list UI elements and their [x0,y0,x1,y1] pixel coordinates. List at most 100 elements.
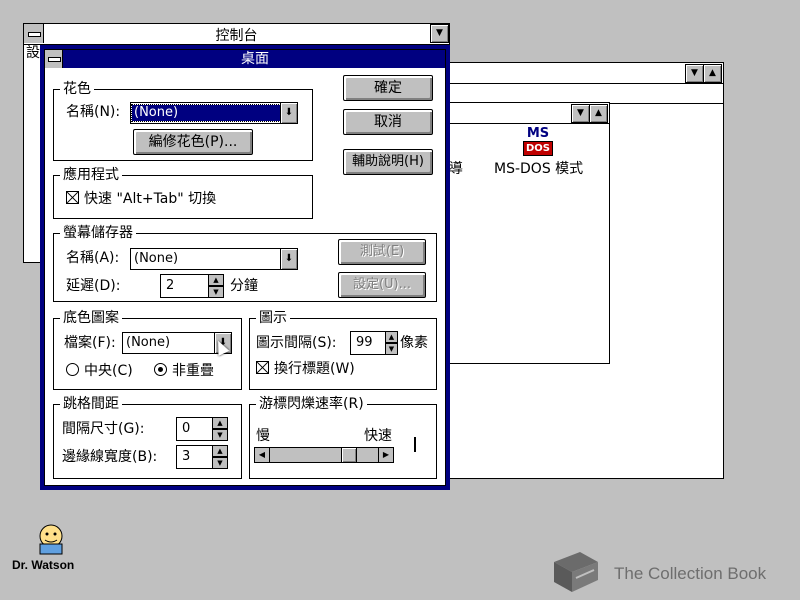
ok-button[interactable]: 確定 [343,75,433,101]
desktop-dialog: 桌面 花色 名稱(N): (None) ⬇ 編修花色(P)... 應用程式 快速… [40,45,450,490]
subgroup-window: ▼ ▲ MS DOS 導 MS-DOS 模式 [440,102,610,364]
spin-down-icon[interactable]: ▼ [212,429,228,441]
help-button[interactable]: 輔助說明(H) [343,149,433,175]
checkbox-checked-icon[interactable] [256,361,269,374]
blink-cursor-preview [414,437,416,452]
icons-group: 圖示 圖示間隔(S): 99 ▲ ▼ 像素 換行標題(W) [249,309,437,390]
wallpaper-group: 底色圖案 檔案(F): (None) ⬇ 中央(C) 非重疊 [53,309,242,390]
blink-rate-scrollbar[interactable]: ◀ ▶ [254,447,394,463]
screen-saver-group-label: 螢幕儲存器 [60,224,136,242]
delay-value: 2 [166,278,175,293]
watermark: The Collection Book [548,548,798,596]
control-panel-menu-letter: 設 [26,45,40,61]
msdos-logo-bottom: DOS [523,141,553,156]
icon-spacing-spinner[interactable]: 99 ▲ ▼ [350,331,398,355]
subgroup-titlebar: ▼ ▲ [441,103,609,124]
icons-group-label: 圖示 [256,309,290,327]
border-width-spinner[interactable]: 3 ▲ ▼ [176,445,228,469]
spin-down-icon[interactable]: ▼ [208,286,224,298]
center-radio-label: 中央(C) [84,363,133,379]
watermark-text: The Collection Book [614,564,767,583]
center-radio[interactable]: 中央(C) [66,362,133,380]
control-panel-titlebar: 控制台 ▼ [24,24,449,45]
spin-up-icon[interactable]: ▲ [385,331,398,343]
delay-unit: 分鐘 [230,278,258,294]
maximize-arrow-icon[interactable]: ▲ [589,104,608,123]
pattern-name-label: 名稱(N): [66,104,121,120]
partial-icon-label: 導 [449,161,463,177]
msdos-icon-label[interactable]: MS-DOS 模式 [494,160,583,178]
program-group-titlebar: ▼ ▲ [441,63,723,84]
dialog-title: 桌面 [241,51,269,67]
wallpaper-file-value: (None) [126,335,171,350]
checkbox-checked-icon[interactable] [66,191,79,204]
pattern-group: 花色 名稱(N): (None) ⬇ 編修花色(P)... [53,80,313,161]
screen-saver-name-combo[interactable]: (None) ⬇ [130,248,298,270]
delay-spinner[interactable]: 2 ▲ ▼ [160,274,224,298]
applications-group-label: 應用程式 [60,166,122,184]
wrap-title-label: 換行標題(W) [274,361,355,377]
pattern-name-combo[interactable]: (None) ⬇ [130,102,298,124]
tile-radio-label: 非重疊 [172,363,214,379]
applications-group: 應用程式 快速 "Alt+Tab" 切換 [53,166,313,219]
maximize-arrow-icon[interactable]: ▲ [703,64,722,83]
menu-bar-strip [441,83,723,104]
control-panel-title: 控制台 [215,28,258,44]
granularity-label: 間隔尺寸(G): [62,421,145,437]
radio-selected-icon[interactable] [154,363,167,376]
control-menu-icon[interactable] [24,24,44,43]
edit-pattern-button[interactable]: 編修花色(P)... [133,129,253,155]
scroll-thumb[interactable] [340,447,357,463]
pattern-name-value: (None) [131,104,297,122]
icon-spacing-value: 99 [356,335,373,350]
minimize-arrow-icon[interactable]: ▼ [571,104,590,123]
dialog-titlebar: 桌面 [45,50,445,68]
wallpaper-file-label: 檔案(F): [64,335,116,351]
spin-up-icon[interactable]: ▲ [208,274,224,286]
blink-fast-label: 快速 [364,428,392,444]
screen-saver-name-value: (None) [134,251,179,266]
dr-watson-label: Dr. Watson [12,558,75,572]
sizing-grid-group-label: 跳格間距 [60,395,122,413]
cursor-blink-group: 游標閃爍速率(R) 慢 快速 ◀ ▶ [249,395,437,479]
test-button[interactable]: 測試(E) [338,239,426,265]
wrap-title-checkbox[interactable]: 換行標題(W) [256,360,355,378]
dialog-control-menu-bar [48,57,61,62]
msdos-logo-top: MS [526,126,550,141]
blink-slow-label: 慢 [256,428,270,444]
pattern-group-label: 花色 [60,80,94,98]
granularity-spinner[interactable]: 0 ▲ ▼ [176,417,228,441]
icon-spacing-label: 圖示間隔(S): [256,335,337,351]
sizing-grid-group: 跳格間距 間隔尺寸(G): 0 ▲ ▼ 邊緣線寬度(B): 3 ▲ ▼ [53,395,242,479]
spin-down-icon[interactable]: ▼ [212,457,228,469]
minimize-arrow-icon[interactable]: ▼ [430,24,449,43]
minimize-arrow-icon[interactable]: ▼ [685,64,704,83]
radio-empty-icon[interactable] [66,363,79,376]
msdos-icon[interactable]: MS DOS [523,127,553,157]
fast-switch-checkbox[interactable]: 快速 "Alt+Tab" 切換 [66,190,216,208]
dr-watson-picture-icon [39,524,63,555]
border-width-value: 3 [182,449,191,464]
dropdown-arrow-icon[interactable]: ⬇ [280,248,298,270]
scroll-left-icon[interactable]: ◀ [254,447,270,463]
setup-button[interactable]: 設定(U)... [338,272,426,298]
scroll-right-icon[interactable]: ▶ [378,447,394,463]
screen-saver-name-label: 名稱(A): [66,250,120,266]
cursor-blink-group-label: 游標閃爍速率(R) [256,395,367,413]
book-icon [554,552,598,592]
dr-watson-icon[interactable]: Dr. Watson [12,522,92,578]
spin-up-icon[interactable]: ▲ [212,445,228,457]
fast-switch-label: 快速 "Alt+Tab" 切換 [84,191,217,207]
dialog-inner: 桌面 花色 名稱(N): (None) ⬇ 編修花色(P)... 應用程式 快速… [44,49,446,486]
wallpaper-group-label: 底色圖案 [60,309,122,327]
border-width-label: 邊緣線寬度(B): [62,449,158,465]
screen-saver-group: 螢幕儲存器 名稱(A): (None) ⬇ 延遲(D): 2 ▲ ▼ 分鐘 測試… [53,224,437,302]
dropdown-arrow-icon[interactable]: ⬇ [280,102,298,124]
dialog-control-menu-icon[interactable] [45,50,63,68]
icon-spacing-unit: 像素 [400,335,428,351]
delay-label: 延遲(D): [66,278,121,294]
spin-up-icon[interactable]: ▲ [212,417,228,429]
spin-down-icon[interactable]: ▼ [385,343,398,355]
cancel-button[interactable]: 取消 [343,109,433,135]
tile-radio[interactable]: 非重疊 [154,362,214,380]
